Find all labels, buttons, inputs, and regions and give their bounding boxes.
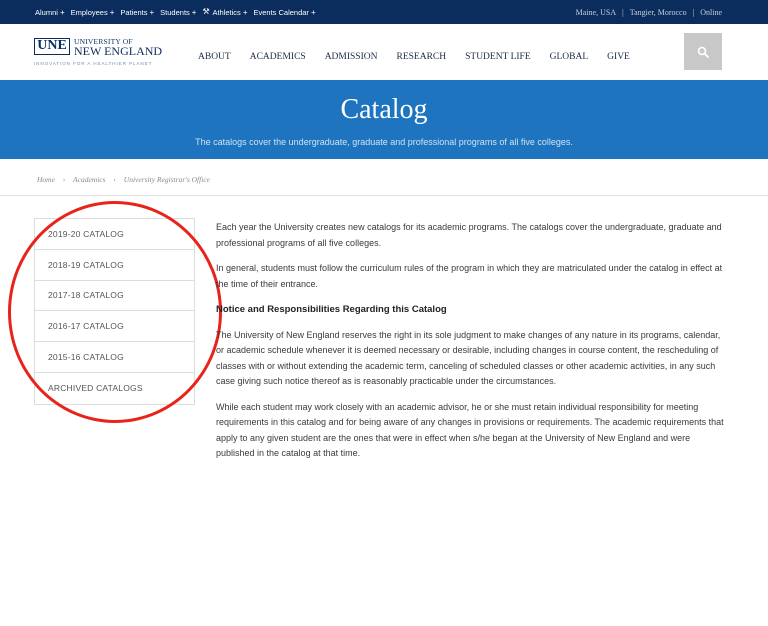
nav-admission[interactable]: ADMISSION bbox=[325, 52, 378, 62]
plus-icon: + bbox=[149, 7, 155, 17]
curriculum-paragraph: In general, students must follow the cur… bbox=[216, 263, 723, 289]
sidebar-item-2015-16-catalog[interactable]: 2015-16 CATALOG bbox=[35, 342, 194, 373]
athletics-icon: ⚒ bbox=[202, 7, 210, 16]
topbar-link-athletics[interactable]: ⚒ Athletics + bbox=[202, 8, 247, 17]
topbar-link-alumni[interactable]: Alumni + bbox=[35, 8, 65, 17]
nav-student-life[interactable]: STUDENT LIFE bbox=[465, 52, 531, 62]
separator: | bbox=[692, 7, 695, 17]
nav-about[interactable]: ABOUT bbox=[198, 52, 231, 62]
topbar-link-patients[interactable]: Patients + bbox=[120, 8, 154, 17]
separator: | bbox=[622, 7, 624, 17]
page-subtitle: The catalogs cover the undergraduate, gr… bbox=[195, 137, 573, 147]
plus-icon: + bbox=[191, 7, 197, 17]
plus-icon: + bbox=[242, 7, 248, 17]
plus-icon: + bbox=[59, 7, 65, 17]
plus-icon: + bbox=[109, 7, 115, 17]
main-content: Each year the University creates new cat… bbox=[216, 220, 728, 472]
sidebar-item-archived-catalogs[interactable]: ARCHIVED CATALOGS bbox=[35, 373, 194, 404]
nav-give[interactable]: GIVE bbox=[607, 52, 630, 62]
breadcrumb: Home › Academics › University Registrar'… bbox=[37, 175, 210, 184]
logo-line-2: NEW ENGLAND bbox=[74, 44, 163, 58]
nav-academics[interactable]: ACADEMICS bbox=[250, 52, 306, 62]
campus-link-online[interactable]: Online bbox=[700, 8, 722, 17]
breadcrumb-registrar[interactable]: University Registrar's Office bbox=[124, 175, 210, 184]
search-button[interactable] bbox=[684, 33, 722, 70]
breadcrumb-home[interactable]: Home bbox=[37, 175, 55, 184]
topbar-link-students[interactable]: Students + bbox=[160, 8, 196, 17]
audience-links: Alumni + Employees + Patients + Students + ⚒… bbox=[35, 0, 322, 24]
sidebar-item-2016-17-catalog[interactable]: 2016-17 CATALOG bbox=[35, 311, 194, 343]
page-title: Catalog bbox=[340, 94, 428, 125]
search-icon bbox=[697, 46, 709, 58]
section-heading: Notice and Responsibilities Regarding th… bbox=[216, 304, 447, 315]
campus-links: Maine, USA | Tangier, Morocco | Online bbox=[576, 0, 722, 24]
une-logo[interactable]: UNE UNIVERSITY OF NEW ENGLAND INNOVATION… bbox=[34, 36, 184, 72]
nav-global[interactable]: GLOBAL bbox=[550, 52, 589, 62]
main-nav: ABOUT ACADEMICS ADMISSION RESEARCH STUDE… bbox=[198, 52, 649, 62]
campus-link-tangier[interactable]: Tangier, Morocco bbox=[630, 8, 687, 17]
catalog-sidebar: 2019-20 CATALOG 2018-19 CATALOG 2017-18 … bbox=[34, 218, 195, 405]
topbar-link-events-calendar[interactable]: Events Calendar + bbox=[253, 8, 315, 17]
logo-tagline: INNOVATION FOR A HEALTHIER PLANET bbox=[34, 61, 153, 66]
divider bbox=[0, 195, 768, 196]
site-header: UNE UNIVERSITY OF NEW ENGLAND INNOVATION… bbox=[0, 24, 768, 80]
sidebar-item-2019-20-catalog[interactable]: 2019-20 CATALOG bbox=[35, 219, 194, 250]
chevron-right-icon: › bbox=[113, 175, 116, 184]
hero-banner: Catalog The catalogs cover the undergrad… bbox=[0, 80, 768, 159]
breadcrumb-academics[interactable]: Academics bbox=[73, 175, 106, 184]
topbar-link-employees[interactable]: Employees + bbox=[71, 8, 115, 17]
logo-abbr: UNE bbox=[34, 38, 70, 55]
rights-paragraph: The University of New England reserves t… bbox=[216, 329, 721, 387]
sidebar-item-2017-18-catalog[interactable]: 2017-18 CATALOG bbox=[35, 281, 194, 312]
chevron-right-icon: › bbox=[62, 175, 66, 184]
sidebar-item-2018-19-catalog[interactable]: 2018-19 CATALOG bbox=[35, 250, 194, 281]
utility-bar: Alumni + Employees + Patients + Students + ⚒… bbox=[0, 0, 768, 24]
intro-paragraph: Each year the University creates new cat… bbox=[216, 222, 722, 248]
plus-icon: + bbox=[310, 7, 316, 17]
responsibility-paragraph: While each student may work closely with… bbox=[216, 401, 724, 459]
nav-research[interactable]: RESEARCH bbox=[396, 52, 446, 62]
campus-link-maine[interactable]: Maine, USA bbox=[576, 8, 616, 17]
